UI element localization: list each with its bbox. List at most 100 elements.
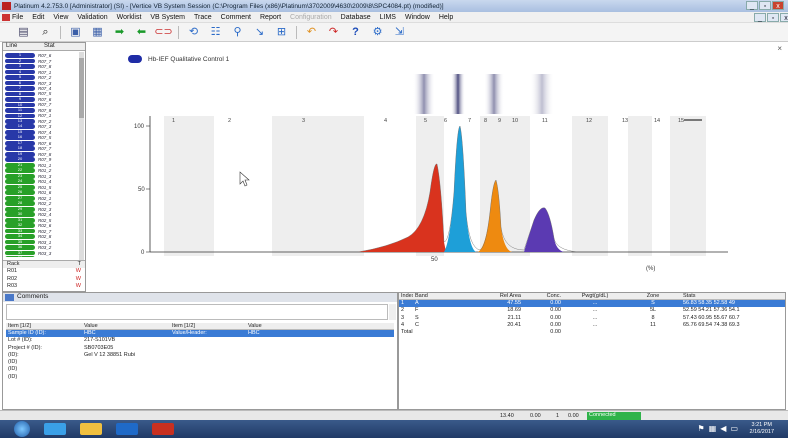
lane-item[interactable]: 9 R07_6 (5, 96, 75, 102)
lane-item[interactable]: 12 R07_1 (5, 113, 75, 118)
item-row[interactable]: (ID) (6, 366, 394, 373)
undo-icon[interactable]: ↶ (304, 25, 319, 39)
settings-icon[interactable]: ⚙ (370, 25, 385, 39)
help-icon[interactable]: ? (348, 25, 363, 39)
list-icon[interactable]: ☷ (208, 25, 223, 39)
item-row[interactable]: Project # (ID): SB0703E05 (6, 345, 394, 352)
lane-item[interactable]: 28 R02_2 (5, 200, 75, 206)
child-minimize-button[interactable]: _ (754, 13, 766, 22)
lane-item[interactable]: 32 R02_6 (5, 222, 75, 228)
lane-item[interactable]: 7 R07_4 (5, 85, 75, 91)
lane-item[interactable]: 31 R02_5 (5, 217, 75, 223)
zoom-icon[interactable]: ⚲ (230, 25, 245, 39)
comment-textbox[interactable] (6, 304, 388, 320)
menu-lims[interactable]: LIMS (380, 14, 396, 21)
minimize-button[interactable]: _ (746, 1, 758, 10)
band-row[interactable]: Total 0.00 (399, 329, 785, 336)
lane-item[interactable]: 21 R01_1 (5, 162, 75, 168)
menu-window[interactable]: Window (405, 14, 430, 21)
lane-item[interactable]: 16 R07_5 (5, 135, 75, 140)
maximize-button[interactable]: ▫ (759, 1, 771, 10)
lane-item[interactable]: 11 R07_8 (5, 107, 75, 113)
item-row[interactable]: Lot # (ID): 217-S101VB (6, 337, 394, 344)
lane-item[interactable]: 38R03_4 (5, 255, 75, 257)
rack-row[interactable]: R02 W (3, 276, 85, 284)
lane-item[interactable]: 18 R07_7 (5, 146, 75, 151)
menu-trace[interactable]: Trace (194, 14, 212, 21)
display-icon[interactable]: ▭ (730, 424, 738, 433)
item-col-header[interactable]: Item [1/2] (170, 323, 246, 329)
menu-database[interactable]: Database (341, 14, 371, 21)
redo-icon[interactable]: ↷ (326, 25, 341, 39)
plot-canvas[interactable]: 100 50 0 50 (%) 1 2 3 4 5 6 7 8 9 10 11 12 13 14 15 (88, 42, 788, 292)
band-row[interactable]: 2 F 18.69 0.00... 5L 52.59 54.21 57.36 54.1 (399, 307, 785, 314)
clock[interactable]: 3:21 PM 2/16/2017 (750, 422, 774, 436)
close-button[interactable]: x (772, 1, 784, 10)
lane-col-stat[interactable]: Stat (41, 43, 79, 50)
folder-icon[interactable] (80, 423, 102, 435)
lane-item[interactable]: 6 R07_3 (5, 80, 75, 86)
menu-comment[interactable]: Comment (221, 14, 251, 21)
lane-scroll-thumb[interactable] (79, 58, 84, 118)
move-icon[interactable]: ▦ (90, 25, 105, 39)
lane-scrollbar[interactable] (79, 52, 84, 262)
lane-item[interactable]: 34 R02_8 (5, 233, 75, 239)
value-col-header[interactable]: Value (82, 323, 170, 329)
band-col-index[interactable]: Index (399, 293, 413, 299)
lane-item[interactable]: 22 R01_2 (5, 168, 75, 173)
export-icon[interactable]: ⇲ (392, 25, 407, 39)
child-maximize-button[interactable]: ▫ (767, 13, 779, 22)
lane-item[interactable]: 4 R07_1 (5, 69, 75, 75)
lane-item[interactable]: 30 R02_4 (5, 211, 75, 217)
lane-item[interactable]: 8 R07_5 (5, 91, 75, 96)
tool-icon[interactable]: ↘ (252, 25, 267, 39)
band-col-stats[interactable]: Stats (681, 293, 777, 299)
band-col-band[interactable]: Band (413, 293, 481, 299)
lane-item[interactable]: 13 R07_2 (5, 118, 75, 124)
lane-item[interactable]: 37 R03_3 (5, 250, 75, 256)
lane-item[interactable]: 24 R01_4 (5, 179, 75, 184)
item-row[interactable]: (ID) (6, 374, 394, 381)
lane-item[interactable]: 35 R03_1 (5, 239, 75, 245)
menu-vb-system[interactable]: VB System (150, 14, 185, 21)
band-col-rel-area[interactable]: Rel Area (481, 293, 525, 299)
lane-item[interactable]: 2 R07_7 (5, 58, 75, 64)
lane-item[interactable]: 15 R07_4 (5, 129, 75, 135)
menu-file[interactable]: File (12, 14, 23, 21)
lane-item[interactable]: 33 R02_7 (5, 228, 75, 234)
comment-scrollbar[interactable] (389, 304, 396, 320)
lane-item[interactable]: 27 R02_1 (5, 195, 75, 201)
rack-row[interactable]: R01 W (3, 268, 85, 276)
app-taskbar-icon[interactable] (116, 423, 138, 435)
lane-col-line[interactable]: Line (3, 43, 41, 50)
band-col-zone[interactable]: Zone (623, 293, 681, 299)
peak-red[interactable] (358, 163, 446, 252)
flag-icon[interactable]: ⚑ (698, 424, 705, 433)
lane-item[interactable]: 20 R07_9 (5, 157, 75, 162)
menu-view[interactable]: View (53, 14, 68, 21)
lane-item[interactable]: 14 R07_3 (5, 124, 75, 129)
rack-row[interactable]: R03 W (3, 283, 85, 291)
save-icon[interactable]: ▣ (68, 25, 83, 39)
start-button[interactable] (14, 421, 30, 437)
platinum-taskbar-icon[interactable] (152, 423, 174, 435)
item-row[interactable]: (ID) (6, 359, 394, 366)
lane-item[interactable]: 25 R01_5 (5, 184, 75, 190)
lane-item[interactable]: 1 R07_6 (5, 53, 75, 58)
lane-item[interactable]: 5 R07_2 (5, 74, 75, 80)
arrow-right-icon[interactable]: ➡ (112, 25, 127, 39)
menu-edit[interactable]: Edit (32, 14, 44, 21)
network-icon[interactable]: ▦ (709, 424, 717, 433)
document-icon[interactable] (2, 14, 10, 21)
menu-worklist[interactable]: Worklist (117, 14, 142, 21)
select-icon[interactable]: ⊞ (274, 25, 289, 39)
lane-item[interactable]: 10 R07_7 (5, 102, 75, 107)
menu-help[interactable]: Help (439, 14, 453, 21)
band-col-pwgt[interactable]: Pwgt(g/dL) (565, 293, 623, 299)
lane-item[interactable]: 19 R07_8 (5, 151, 75, 157)
search-icon[interactable]: ⌕ (38, 25, 53, 39)
refresh-icon[interactable]: ⟲ (186, 25, 201, 39)
band-row[interactable]: 4 C 20.41 0.00... 11 65.76 69.54 74.38 69.3 (399, 322, 785, 329)
link-icon[interactable]: ⊂⊃ (154, 25, 172, 39)
lane-item[interactable]: 3 R07_8 (5, 63, 75, 69)
